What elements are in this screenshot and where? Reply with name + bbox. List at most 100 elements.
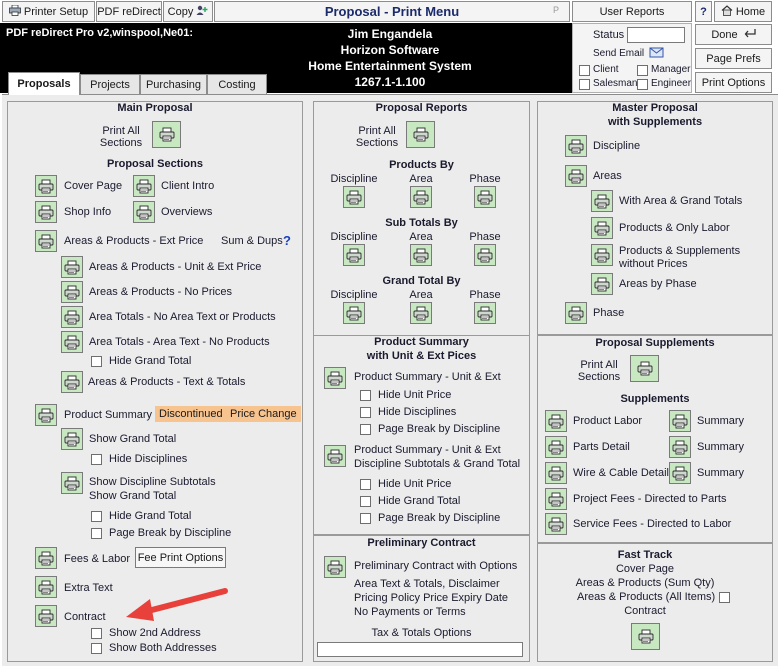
proposal-reports-title: Proposal Reports xyxy=(375,102,468,114)
project-fees-label: Project Fees - Directed to Parts xyxy=(573,493,727,505)
supp-print-all-button[interactable] xyxy=(630,355,659,382)
ps-hide-disciplines-checkbox[interactable] xyxy=(360,407,371,418)
print-contract-button[interactable] xyxy=(35,605,57,627)
hide-grand-total-2-label: Hide Grand Total xyxy=(109,510,192,522)
printer-icon xyxy=(38,179,54,193)
discontinued-badge[interactable]: Discontinued xyxy=(155,406,227,422)
printer-icon xyxy=(413,190,429,204)
print-with-area-grand-button[interactable] xyxy=(591,190,613,212)
client-label: Client xyxy=(593,64,619,75)
print-preliminary-contract-button[interactable] xyxy=(324,556,346,578)
home-button[interactable]: Home xyxy=(714,1,772,22)
print-area-totals-no-text-button[interactable] xyxy=(61,306,83,328)
client-checkbox[interactable] xyxy=(579,65,590,76)
print-area-totals-text-button[interactable] xyxy=(61,331,83,353)
print-products-supplements-button[interactable] xyxy=(591,244,613,266)
print-product-labor-summary-button[interactable] xyxy=(669,410,691,432)
print-master-phase-button[interactable] xyxy=(565,302,587,324)
page-break-discipline-checkbox[interactable] xyxy=(91,528,102,539)
ps-page-break-checkbox[interactable] xyxy=(360,424,371,435)
print-product-labor-button[interactable] xyxy=(545,410,567,432)
copy-button[interactable]: Copy xyxy=(163,1,213,22)
print-options-button[interactable]: Print Options xyxy=(695,72,772,93)
page-prefs-button[interactable]: Page Prefs xyxy=(695,48,772,69)
print-service-fees-button[interactable] xyxy=(545,513,567,535)
show-both-addresses-checkbox[interactable] xyxy=(91,643,102,654)
print-all-sections-button[interactable] xyxy=(152,121,181,148)
status-field[interactable] xyxy=(627,27,685,43)
print-products-by-area-button[interactable] xyxy=(410,186,432,208)
price-change-badge[interactable]: Price Change xyxy=(226,406,301,422)
printer-icon xyxy=(594,248,610,262)
with-area-grand-label: With Area & Grand Totals xyxy=(619,195,743,207)
salesman-checkbox[interactable] xyxy=(579,79,590,90)
print-ap-no-prices-button[interactable] xyxy=(61,281,83,303)
reports-print-all-button[interactable] xyxy=(406,121,435,148)
print-products-by-phase-button[interactable] xyxy=(474,186,496,208)
print-master-areas-button[interactable] xyxy=(565,165,587,187)
grand-total-discipline-label: Discipline xyxy=(330,289,378,301)
engineer-checkbox[interactable] xyxy=(637,79,648,90)
print-product-summary-button[interactable] xyxy=(35,404,57,426)
sub-totals-by-title: Sub Totals By xyxy=(385,217,458,229)
tab-purchasing[interactable]: Purchasing xyxy=(140,74,207,94)
hide-grand-total-2-checkbox[interactable] xyxy=(91,511,102,522)
print-parts-summary-button[interactable] xyxy=(669,436,691,458)
print-grand-total-phase-button[interactable] xyxy=(474,302,496,324)
print-overviews-button[interactable] xyxy=(133,201,155,223)
print-wire-cable-button[interactable] xyxy=(545,462,567,484)
print-ap-text-totals-button[interactable] xyxy=(61,371,83,393)
send-email-icon[interactable] xyxy=(649,46,665,60)
ps-unit-ext-2-label: Product Summary - Unit & Ext xyxy=(354,444,501,456)
sum-dups-help-icon[interactable]: ? xyxy=(283,233,291,248)
print-ps-unit-ext-button[interactable] xyxy=(324,367,346,389)
print-fast-track-button[interactable] xyxy=(631,623,660,650)
print-products-only-labor-button[interactable] xyxy=(591,217,613,239)
ps2-hide-grand-total-checkbox[interactable] xyxy=(360,496,371,507)
manager-checkbox[interactable] xyxy=(637,65,648,76)
print-areas-products-ext-button[interactable] xyxy=(35,230,57,252)
print-sub-totals-phase-button[interactable] xyxy=(474,244,496,266)
print-fees-labor-button[interactable] xyxy=(35,547,57,569)
show-2nd-address-checkbox[interactable] xyxy=(91,628,102,639)
hide-grand-total-checkbox[interactable] xyxy=(91,356,102,367)
print-cover-page-button[interactable] xyxy=(35,175,57,197)
ps2-hide-unit-price-checkbox[interactable] xyxy=(360,479,371,490)
tab-costing[interactable]: Costing xyxy=(207,74,267,94)
print-show-grand-total-button[interactable] xyxy=(61,428,83,450)
printer-setup-button[interactable]: Printer Setup xyxy=(2,1,95,22)
help-button[interactable]: ? xyxy=(695,1,712,22)
print-client-intro-button[interactable] xyxy=(133,175,155,197)
supp-print-all-label: Print All Sections xyxy=(577,359,621,383)
print-extra-text-button[interactable] xyxy=(35,576,57,598)
tax-totals-options-field[interactable] xyxy=(317,642,523,657)
print-products-by-discipline-button[interactable] xyxy=(343,186,365,208)
tab-proposals[interactable]: Proposals xyxy=(8,72,80,95)
pdf-redirect-button[interactable]: PDF reDirect xyxy=(96,1,162,22)
tab-projects[interactable]: Projects xyxy=(80,74,140,94)
print-areas-by-phase-button[interactable] xyxy=(591,273,613,295)
print-parts-detail-button[interactable] xyxy=(545,436,567,458)
print-grand-total-area-button[interactable] xyxy=(410,302,432,324)
print-master-discipline-button[interactable] xyxy=(565,135,587,157)
fee-print-options-button[interactable]: Fee Print Options xyxy=(135,547,226,568)
done-button[interactable]: Done xyxy=(695,24,772,45)
print-shop-info-button[interactable] xyxy=(35,201,57,223)
print-ps-disc-subtotals-button[interactable] xyxy=(324,445,346,467)
print-sub-totals-area-button[interactable] xyxy=(410,244,432,266)
print-project-fees-button[interactable] xyxy=(545,488,567,510)
print-wire-summary-button[interactable] xyxy=(669,462,691,484)
printer-icon xyxy=(136,179,152,193)
ps2-page-break-checkbox[interactable] xyxy=(360,513,371,524)
ps-hide-unit-price-checkbox[interactable] xyxy=(360,390,371,401)
print-ap-unit-ext-button[interactable] xyxy=(61,256,83,278)
sub-totals-area-label: Area xyxy=(409,231,433,243)
print-show-disc-subtotals-button[interactable] xyxy=(61,472,83,494)
ps-page-break-label: Page Break by Discipline xyxy=(378,423,501,435)
print-sub-totals-discipline-button[interactable] xyxy=(343,244,365,266)
user-reports-button[interactable]: User Reports xyxy=(572,1,692,22)
print-grand-total-discipline-button[interactable] xyxy=(343,302,365,324)
ft-areas-all-items-checkbox[interactable] xyxy=(719,592,730,603)
hide-disciplines-checkbox[interactable] xyxy=(91,454,102,465)
printer-icon xyxy=(327,560,343,574)
